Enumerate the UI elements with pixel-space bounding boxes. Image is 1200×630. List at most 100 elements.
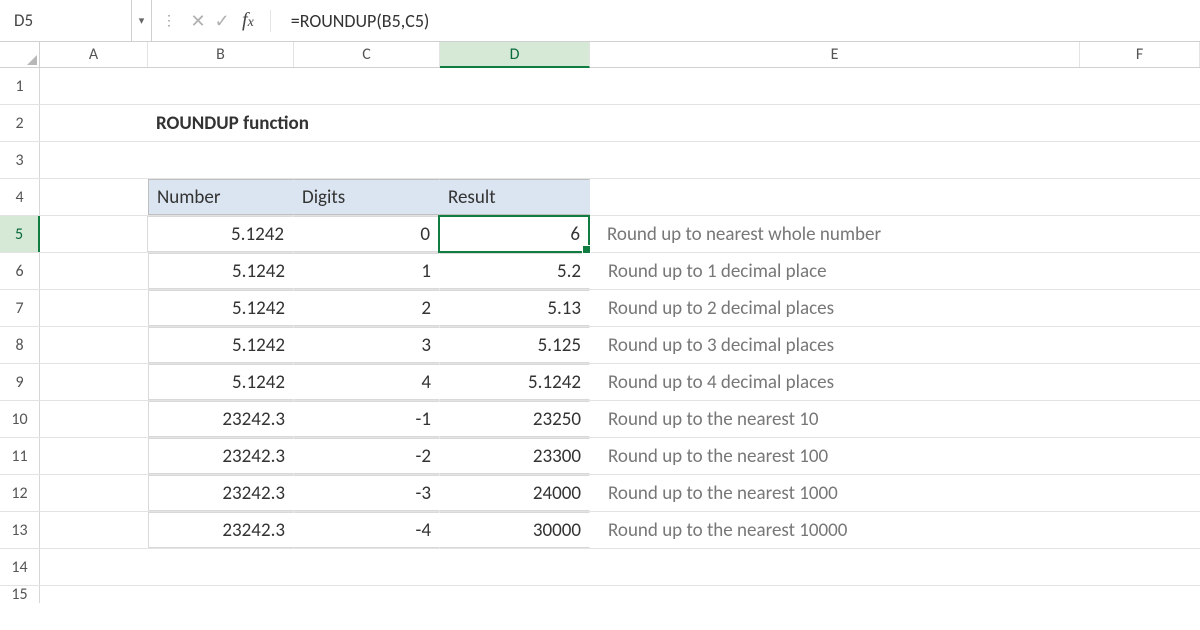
- cell-C9[interactable]: 4: [294, 364, 440, 400]
- cell-A6[interactable]: [40, 253, 148, 289]
- cell-E12[interactable]: Round up to the nearest 1000: [590, 475, 1080, 511]
- cell-B1[interactable]: [148, 68, 294, 104]
- cell-E3[interactable]: [590, 142, 1080, 178]
- cell-B8[interactable]: 5.1242: [148, 327, 294, 363]
- cell-C12[interactable]: -3: [294, 475, 440, 511]
- col-header-C[interactable]: C: [294, 42, 440, 67]
- cell-C15[interactable]: [294, 586, 440, 603]
- cell-D2[interactable]: [440, 105, 590, 141]
- cell-B10[interactable]: 23242.3: [148, 401, 294, 437]
- cell-E6[interactable]: Round up to 1 decimal place: [590, 253, 1080, 289]
- row-header-8[interactable]: 8: [0, 327, 40, 363]
- row-header-12[interactable]: 12: [0, 475, 40, 511]
- cell-F10[interactable]: [1080, 401, 1200, 437]
- cell-F15[interactable]: [1080, 586, 1200, 603]
- cell-D13[interactable]: 30000: [440, 512, 590, 548]
- cell-F9[interactable]: [1080, 364, 1200, 400]
- fx-icon[interactable]: fx: [242, 9, 254, 32]
- cell-B5[interactable]: 5.1242: [147, 216, 293, 252]
- formula-bar-handle-icon[interactable]: ⋮: [162, 12, 176, 29]
- cell-E4[interactable]: [590, 179, 1080, 215]
- col-header-D[interactable]: D: [440, 42, 590, 68]
- cell-D9[interactable]: 5.1242: [440, 364, 590, 400]
- spreadsheet-grid[interactable]: A B C D E F 1 2 ROUNDUP function: [0, 42, 1200, 603]
- cell-C13[interactable]: -4: [294, 512, 440, 548]
- cell-E2[interactable]: [590, 105, 1080, 141]
- cell-A13[interactable]: [40, 512, 148, 548]
- cell-B2[interactable]: ROUNDUP function: [148, 105, 294, 141]
- cell-C3[interactable]: [294, 142, 440, 178]
- col-header-B[interactable]: B: [148, 42, 294, 67]
- cell-F14[interactable]: [1080, 549, 1200, 585]
- cell-C4[interactable]: Digits: [294, 179, 440, 215]
- cell-B14[interactable]: [148, 549, 294, 585]
- cell-C6[interactable]: 1: [294, 253, 440, 289]
- cell-D6[interactable]: 5.2: [440, 253, 590, 289]
- cancel-formula-icon[interactable]: ✕: [186, 10, 210, 32]
- cell-E1[interactable]: [590, 68, 1080, 104]
- row-header-1[interactable]: 1: [0, 68, 40, 104]
- cell-D3[interactable]: [440, 142, 590, 178]
- cell-C10[interactable]: -1: [294, 401, 440, 437]
- cell-B9[interactable]: 5.1242: [148, 364, 294, 400]
- name-box-dropdown-icon[interactable]: ▾: [132, 0, 152, 41]
- row-header-13[interactable]: 13: [0, 512, 40, 548]
- cell-F5[interactable]: [1079, 216, 1199, 252]
- cell-A15[interactable]: [40, 586, 148, 603]
- cell-F4[interactable]: [1080, 179, 1200, 215]
- cell-A7[interactable]: [40, 290, 148, 326]
- cell-C7[interactable]: 2: [294, 290, 440, 326]
- accept-formula-icon[interactable]: ✓: [210, 10, 234, 32]
- cell-A3[interactable]: [40, 142, 148, 178]
- cell-E9[interactable]: Round up to 4 decimal places: [590, 364, 1080, 400]
- cell-B15[interactable]: [148, 586, 294, 603]
- cell-A10[interactable]: [40, 401, 148, 437]
- col-header-F[interactable]: F: [1080, 42, 1200, 67]
- cell-D5[interactable]: 6: [439, 216, 589, 252]
- cell-F7[interactable]: [1080, 290, 1200, 326]
- row-header-14[interactable]: 14: [0, 549, 40, 585]
- cell-F12[interactable]: [1080, 475, 1200, 511]
- cell-E13[interactable]: Round up to the nearest 10000: [590, 512, 1080, 548]
- cell-B6[interactable]: 5.1242: [148, 253, 294, 289]
- cell-C1[interactable]: [294, 68, 440, 104]
- cell-E11[interactable]: Round up to the nearest 100: [590, 438, 1080, 474]
- row-header-9[interactable]: 9: [0, 364, 40, 400]
- cell-A11[interactable]: [40, 438, 148, 474]
- cell-F11[interactable]: [1080, 438, 1200, 474]
- row-header-5[interactable]: 5: [0, 216, 40, 252]
- cell-A8[interactable]: [40, 327, 148, 363]
- cell-C2[interactable]: [294, 105, 440, 141]
- cell-F8[interactable]: [1080, 327, 1200, 363]
- cell-D4[interactable]: Result: [440, 179, 590, 215]
- row-header-4[interactable]: 4: [0, 179, 40, 215]
- cell-B13[interactable]: 23242.3: [148, 512, 294, 548]
- col-header-E[interactable]: E: [590, 42, 1080, 67]
- cell-C11[interactable]: -2: [294, 438, 440, 474]
- cell-B7[interactable]: 5.1242: [148, 290, 294, 326]
- cell-E14[interactable]: [590, 549, 1080, 585]
- cell-C8[interactable]: 3: [294, 327, 440, 363]
- row-header-10[interactable]: 10: [0, 401, 40, 437]
- cell-A12[interactable]: [40, 475, 148, 511]
- cell-E15[interactable]: [590, 586, 1080, 603]
- cell-F2[interactable]: [1080, 105, 1200, 141]
- row-header-7[interactable]: 7: [0, 290, 40, 326]
- name-box[interactable]: D5: [0, 0, 132, 41]
- cell-C5[interactable]: 0: [293, 216, 439, 252]
- select-all-corner[interactable]: [0, 42, 40, 67]
- cell-D8[interactable]: 5.125: [440, 327, 590, 363]
- row-header-3[interactable]: 3: [0, 142, 40, 178]
- cell-C14[interactable]: [294, 549, 440, 585]
- cell-A1[interactable]: [40, 68, 148, 104]
- cell-D7[interactable]: 5.13: [440, 290, 590, 326]
- cell-B3[interactable]: [148, 142, 294, 178]
- cell-E8[interactable]: Round up to 3 decimal places: [590, 327, 1080, 363]
- cell-D11[interactable]: 23300: [440, 438, 590, 474]
- cell-A2[interactable]: [40, 105, 148, 141]
- col-header-A[interactable]: A: [40, 42, 148, 67]
- cell-F13[interactable]: [1080, 512, 1200, 548]
- cell-D10[interactable]: 23250: [440, 401, 590, 437]
- cell-A5[interactable]: [39, 216, 147, 252]
- row-header-15[interactable]: 15: [0, 586, 40, 603]
